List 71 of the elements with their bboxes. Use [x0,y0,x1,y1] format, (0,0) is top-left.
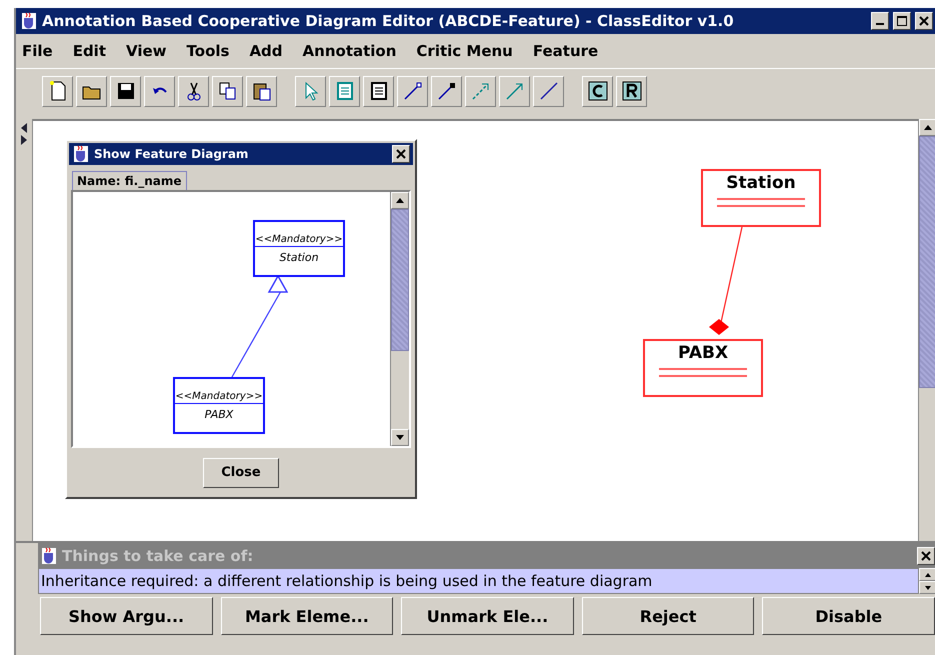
coffee-cup-icon [20,12,38,30]
menu-item[interactable]: Critic Menu [416,42,513,60]
menu-item[interactable]: Tools [186,42,230,60]
stereotype-label: <<Mandatory>> [175,390,263,404]
undo-icon [152,86,166,96]
coffee-cup-icon [40,546,58,564]
minimize-button[interactable] [871,12,889,30]
line-icon [538,80,560,102]
toolbar-button[interactable] [178,76,209,106]
left-arrow-icon [21,123,27,133]
critic-item[interactable]: Inheritance required: a different relationship is being used in the feature diagram [38,568,919,594]
menu-item[interactable]: View [126,42,167,60]
stereotype-label: <<Mandatory>> [255,234,343,246]
close-icon [921,550,931,560]
close-button[interactable] [917,546,935,564]
close-icon [396,149,406,159]
menu-item[interactable]: Add [249,42,283,60]
toolbar-button[interactable] [110,76,141,106]
toolbar-button[interactable] [144,76,175,106]
name-tab[interactable]: Name: fi._name [72,171,186,190]
feature-name: PABX [204,408,234,420]
up-arrow-icon [396,198,404,203]
scrollbar[interactable] [390,192,409,446]
class-name: PABX [678,343,728,363]
toolbar-button[interactable] [42,76,73,106]
toolbar-button[interactable] [397,76,428,106]
action-button[interactable]: Unmark Ele... [401,597,574,635]
toolbar-button[interactable] [246,76,277,106]
up-arrow-icon [925,572,931,576]
toolbar-button[interactable] [363,76,394,106]
close-icon [919,16,929,26]
toolbar-button[interactable] [76,76,107,106]
copy-icon [216,80,238,102]
toolbar-button[interactable] [533,76,564,106]
action-button[interactable]: Show Argu... [40,597,213,635]
dialog-title: Show Feature Diagram [94,147,250,161]
menu-item[interactable]: Feature [532,42,598,60]
scroll-down-button[interactable] [391,429,409,446]
toolbar-button[interactable] [431,76,462,106]
toolbar-button[interactable] [582,76,613,106]
action-button[interactable]: Disable [762,597,935,635]
scroll-up-button[interactable] [391,192,409,209]
close-button[interactable] [915,12,933,30]
up-arrow-icon [924,125,932,130]
menu-item[interactable]: File [22,42,53,60]
right-arrow-icon [21,135,27,145]
action-button[interactable]: Mark Eleme... [220,597,394,635]
scroll-up-button[interactable] [919,119,935,136]
action-button[interactable]: Reject [582,597,754,635]
scroll-down-button[interactable] [919,581,935,594]
close-button[interactable] [392,145,410,163]
association-icon [402,80,424,102]
window-title: Annotation Based Cooperative Diagram Editor (ABCDE-Feature) - ClassEditor v1.0 [42,12,735,30]
menu-item[interactable]: Annotation [302,42,396,60]
menu-item[interactable]: Edit [72,42,106,60]
toolbar-button[interactable] [616,76,647,106]
maximize-button[interactable] [893,12,911,30]
toolbar-button[interactable] [212,76,243,106]
maximize-icon [897,16,907,26]
down-arrow-icon [925,586,931,590]
scrollbar[interactable] [918,119,935,541]
c-symbol-icon [586,80,608,102]
aggregation-icon [436,80,458,102]
feature-name: Station [279,250,319,264]
scroll-up-button[interactable] [919,568,935,581]
coffee-cup-icon [72,145,90,163]
class-name: Station [726,173,796,193]
panel-title: Things to take care of: [62,546,254,564]
down-arrow-icon [396,435,404,440]
close-button[interactable]: Close [203,458,279,488]
r-symbol-icon [620,80,642,102]
